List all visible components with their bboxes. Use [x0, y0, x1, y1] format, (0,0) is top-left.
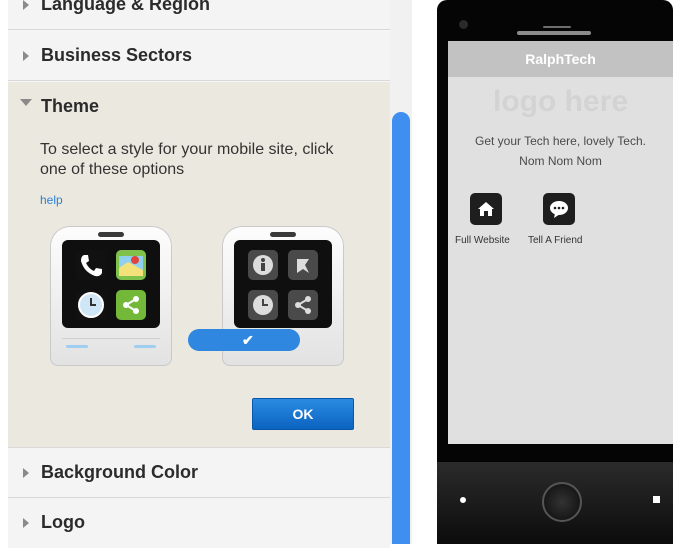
ok-button[interactable]: OK	[252, 398, 354, 430]
chevron-right-icon	[23, 468, 29, 478]
phone-screen	[234, 240, 332, 328]
phone-keys	[62, 338, 160, 361]
pin-icon	[288, 250, 318, 280]
tell-a-friend-label[interactable]: Tell A Friend	[528, 235, 582, 246]
section-label: Background Color	[41, 462, 199, 482]
section-logo[interactable]: Logo	[8, 498, 390, 548]
chat-bubble-icon[interactable]	[543, 193, 575, 225]
section-background-color[interactable]: Background Color	[8, 448, 390, 498]
earpiece	[98, 232, 124, 237]
key-light	[134, 345, 156, 348]
theme-description: To select a style for your mobile site, …	[40, 141, 334, 178]
home-icon[interactable]	[470, 193, 502, 225]
earpiece	[270, 232, 296, 237]
phone-icon	[76, 250, 106, 280]
speaker-grille	[517, 31, 591, 35]
check-icon: ✔	[242, 332, 254, 348]
camera-icon	[459, 20, 468, 29]
preview-site-title: RalphTech	[448, 41, 673, 77]
section-label: Business Sectors	[41, 45, 193, 65]
section-label: Logo	[41, 512, 85, 532]
section-label: Language & Region	[41, 0, 211, 14]
key-light	[66, 345, 88, 348]
section-label[interactable]: Theme	[41, 96, 99, 117]
indicator-square	[653, 496, 660, 503]
logo-placeholder: logo here	[492, 85, 628, 118]
indicator-dot	[460, 497, 466, 503]
clock-icon	[248, 290, 278, 320]
section-business-sectors[interactable]: Business Sectors	[8, 31, 390, 81]
full-website-label[interactable]: Full Website	[455, 235, 510, 246]
theme-option-colorful[interactable]	[50, 226, 172, 366]
info-icon	[248, 250, 278, 280]
clock-icon	[76, 290, 106, 320]
share-icon	[116, 290, 146, 320]
preview-tagline: Get your Tech here, lovely Tech. Nom Nom…	[475, 134, 646, 168]
share-icon	[288, 290, 318, 320]
scrollbar-thumb[interactable]	[392, 112, 410, 544]
chevron-right-icon	[23, 0, 29, 10]
help-link[interactable]: help	[40, 193, 63, 207]
map-icon	[116, 250, 146, 280]
chevron-right-icon	[23, 518, 29, 528]
chevron-right-icon	[23, 51, 29, 61]
section-language-region[interactable]: Language & Region	[8, 0, 390, 30]
settings-panel: Language & Region Business Sectors Theme…	[8, 0, 390, 548]
chevron-down-icon[interactable]	[20, 99, 32, 106]
phone-screen	[62, 240, 160, 328]
speaker-grille	[543, 26, 571, 28]
home-button[interactable]	[542, 482, 582, 522]
section-theme: Theme To select a style for your mobile …	[8, 82, 390, 448]
